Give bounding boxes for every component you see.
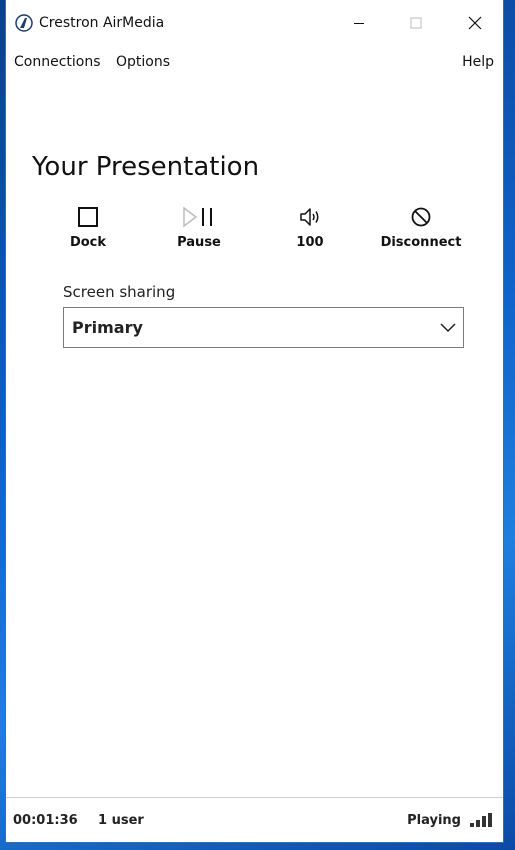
screen-sharing-value: Primary [72,318,143,337]
volume-icon [300,208,319,226]
elapsed-time: 00:01:36 [13,813,78,828]
menu-connections[interactable]: Connections [14,54,101,70]
disconnect-button[interactable]: Disconnect [376,205,466,250]
user-count: 1 user [98,813,144,828]
crestron-logo-icon [15,14,33,32]
disconnect-icon [411,207,431,227]
disconnect-label: Disconnect [380,235,462,250]
menu-options[interactable]: Options [116,54,170,70]
volume-level-label: 100 [296,235,324,250]
volume-button[interactable]: 100 [265,205,355,250]
status-bar: 00:01:36 1 user Playing [6,797,503,843]
dock-label: Dock [69,235,107,250]
screen-sharing-select[interactable]: Primary [63,307,464,348]
close-icon[interactable] [464,12,486,34]
airmedia-window: Crestron AirMedia Connections Options He… [5,0,504,843]
dock-square-icon [78,207,98,227]
presentation-controls: Dock Pause 100 Disconnect [42,205,482,261]
page-title: Your Presentation [32,152,260,182]
maximize-icon[interactable] [405,12,427,34]
chevron-down-icon [440,323,456,333]
pause-button[interactable]: Pause [154,205,244,250]
play-pause-icon [183,206,212,228]
signal-strength-icon [470,813,492,827]
playback-status: Playing [407,813,461,828]
minimize-icon[interactable] [348,12,370,34]
window-title: Crestron AirMedia [39,15,165,31]
menu-help[interactable]: Help [462,54,494,70]
screen-sharing-label: Screen sharing [63,283,176,301]
title-bar[interactable]: Crestron AirMedia [6,0,503,46]
pause-label: Pause [177,235,221,250]
menu-bar: Connections Options Help [6,52,503,76]
dock-button[interactable]: Dock [43,205,133,250]
